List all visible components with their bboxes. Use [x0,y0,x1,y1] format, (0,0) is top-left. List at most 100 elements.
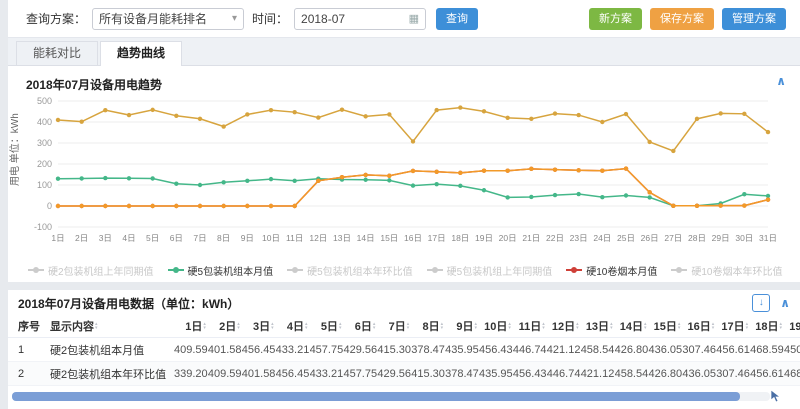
data-point[interactable] [647,195,651,199]
data-point[interactable] [553,193,557,197]
query-plan-select[interactable]: 所有设备月能耗排名 ▾ [92,8,244,30]
data-point[interactable] [198,183,202,187]
sort-icon[interactable] [508,322,511,330]
legend-item[interactable]: 硬5包装机组上年同期值 [427,263,553,278]
data-point[interactable] [198,204,202,208]
data-point[interactable] [600,195,604,199]
sort-icon[interactable] [576,322,579,330]
sort-icon[interactable] [746,322,749,330]
data-point[interactable] [458,184,462,188]
data-point[interactable] [56,204,60,208]
data-point[interactable] [56,118,60,122]
column-header[interactable]: 显示内容 [40,314,174,338]
sort-icon[interactable] [203,322,206,330]
data-point[interactable] [150,176,154,180]
column-header[interactable]: 13日 [581,314,615,338]
data-point[interactable] [340,175,344,179]
data-point[interactable] [742,203,746,207]
data-point[interactable] [363,114,367,118]
data-point[interactable] [766,194,770,198]
sort-icon[interactable] [475,322,478,330]
data-point[interactable] [624,193,628,197]
sort-icon[interactable] [780,322,783,330]
data-point[interactable] [292,204,296,208]
data-point[interactable] [221,204,225,208]
data-point[interactable] [411,139,415,143]
column-header[interactable]: 10日 [479,314,513,338]
data-point[interactable] [363,178,367,182]
data-point[interactable] [411,169,415,173]
data-point[interactable] [103,176,107,180]
data-point[interactable] [742,192,746,196]
sort-icon[interactable] [712,322,715,330]
data-point[interactable] [505,116,509,120]
data-point[interactable] [695,204,699,208]
column-header[interactable]: 6日 [343,314,377,338]
data-point[interactable] [340,108,344,112]
data-point[interactable] [269,177,273,181]
data-point[interactable] [600,169,604,173]
horizontal-scrollbar-thumb[interactable] [12,392,740,401]
data-point[interactable] [529,117,533,121]
data-point[interactable] [529,195,533,199]
data-point[interactable] [482,169,486,173]
data-point[interactable] [198,117,202,121]
column-header[interactable]: 7日 [377,314,411,338]
data-point[interactable] [387,174,391,178]
data-point[interactable] [576,113,580,117]
column-header[interactable]: 4日 [276,314,310,338]
column-header[interactable]: 11日 [513,314,547,338]
legend-item[interactable]: 硬10卷烟本年环比值 [671,263,782,278]
data-point[interactable] [387,112,391,116]
data-point[interactable] [505,195,509,199]
legend-item[interactable]: 硬2包装机组上年同期值 [28,263,154,278]
legend-item[interactable]: 硬5包装机组本月值 [168,263,274,278]
data-point[interactable] [127,176,131,180]
data-point[interactable] [766,130,770,134]
horizontal-scrollbar-track[interactable] [12,392,770,401]
data-point[interactable] [600,120,604,124]
data-point[interactable] [292,179,296,183]
sort-icon[interactable] [271,322,274,330]
column-header[interactable]: 1日 [174,314,208,338]
column-header[interactable]: 17日 [716,314,750,338]
data-point[interactable] [174,204,178,208]
data-point[interactable] [316,179,320,183]
legend-item[interactable]: 硬5包装机组本年环比值 [287,263,413,278]
column-header[interactable]: 16日 [682,314,716,338]
sort-icon[interactable] [95,322,98,330]
column-header[interactable]: 2日 [208,314,242,338]
data-point[interactable] [221,180,225,184]
data-point[interactable] [624,166,628,170]
legend-item[interactable]: 硬10卷烟本月值 [566,263,657,278]
table-row[interactable]: 1硬2包装机组本月值409.59401.58456.45433.21457.75… [8,338,800,362]
data-point[interactable] [245,112,249,116]
column-header[interactable]: 8日 [411,314,445,338]
data-point[interactable] [79,119,83,123]
sort-icon[interactable] [407,322,410,330]
column-header[interactable]: 15日 [648,314,682,338]
column-header[interactable]: 14日 [615,314,649,338]
column-header[interactable]: 9日 [445,314,479,338]
data-point[interactable] [292,110,296,114]
data-point[interactable] [695,117,699,121]
data-point[interactable] [56,177,60,181]
sort-icon[interactable] [237,322,240,330]
data-point[interactable] [387,178,391,182]
data-point[interactable] [411,183,415,187]
data-point[interactable] [269,108,273,112]
column-header[interactable]: 12日 [547,314,581,338]
data-point[interactable] [529,167,533,171]
data-point[interactable] [316,115,320,119]
chart-collapse-icon[interactable]: ∧ [776,74,786,88]
save-plan-button[interactable]: 保存方案 [650,8,714,30]
data-point[interactable] [79,204,83,208]
data-point[interactable] [742,112,746,116]
data-point[interactable] [458,105,462,109]
table-collapse-icon[interactable]: ∧ [780,296,790,310]
sort-icon[interactable] [610,322,613,330]
data-point[interactable] [79,176,83,180]
data-point[interactable] [245,179,249,183]
data-point[interactable] [718,111,722,115]
data-point[interactable] [174,114,178,118]
